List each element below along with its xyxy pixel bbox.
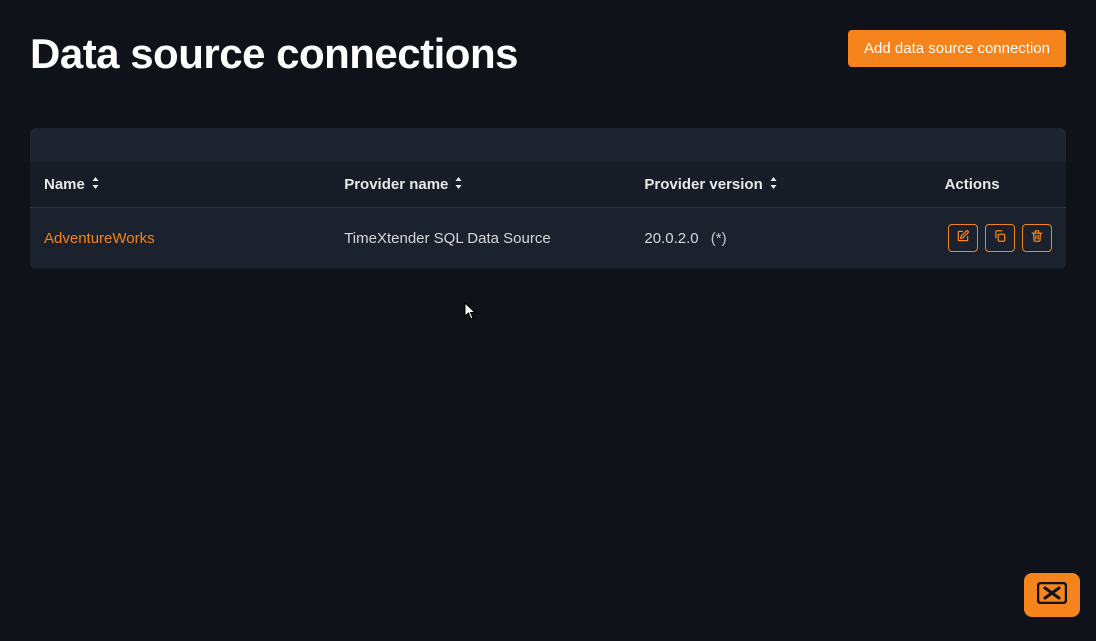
connections-table: Name Provider name <box>30 128 1066 269</box>
sort-icon <box>454 176 463 193</box>
provider-version-suffix: (*) <box>711 230 727 247</box>
column-header-actions: Actions <box>945 176 1000 193</box>
table-toolbar <box>30 128 1066 162</box>
trash-icon <box>1030 229 1044 247</box>
page-title: Data source connections <box>30 30 518 78</box>
brand-x-icon <box>1037 582 1067 609</box>
connection-name-link[interactable]: AdventureWorks <box>44 230 155 247</box>
provider-name-value: TimeXtender SQL Data Source <box>344 230 550 247</box>
add-data-source-button[interactable]: Add data source connection <box>848 30 1066 67</box>
column-header-provider-version[interactable]: Provider version <box>644 176 777 193</box>
provider-version-value: 20.0.2.0 <box>644 230 698 247</box>
column-header-provider-version-label: Provider version <box>644 176 762 193</box>
brand-widget-button[interactable] <box>1024 573 1080 617</box>
column-header-provider-name[interactable]: Provider name <box>344 176 463 193</box>
sort-icon <box>91 176 100 193</box>
cursor-icon <box>464 302 478 325</box>
delete-button[interactable] <box>1022 224 1052 252</box>
edit-icon <box>956 229 970 247</box>
table-row: AdventureWorks TimeXtender SQL Data Sour… <box>30 208 1066 269</box>
column-header-name-label: Name <box>44 176 85 193</box>
copy-button[interactable] <box>985 224 1015 252</box>
column-header-provider-name-label: Provider name <box>344 176 448 193</box>
copy-icon <box>993 229 1007 247</box>
sort-icon <box>769 176 778 193</box>
column-header-name[interactable]: Name <box>44 176 100 193</box>
edit-button[interactable] <box>948 224 978 252</box>
